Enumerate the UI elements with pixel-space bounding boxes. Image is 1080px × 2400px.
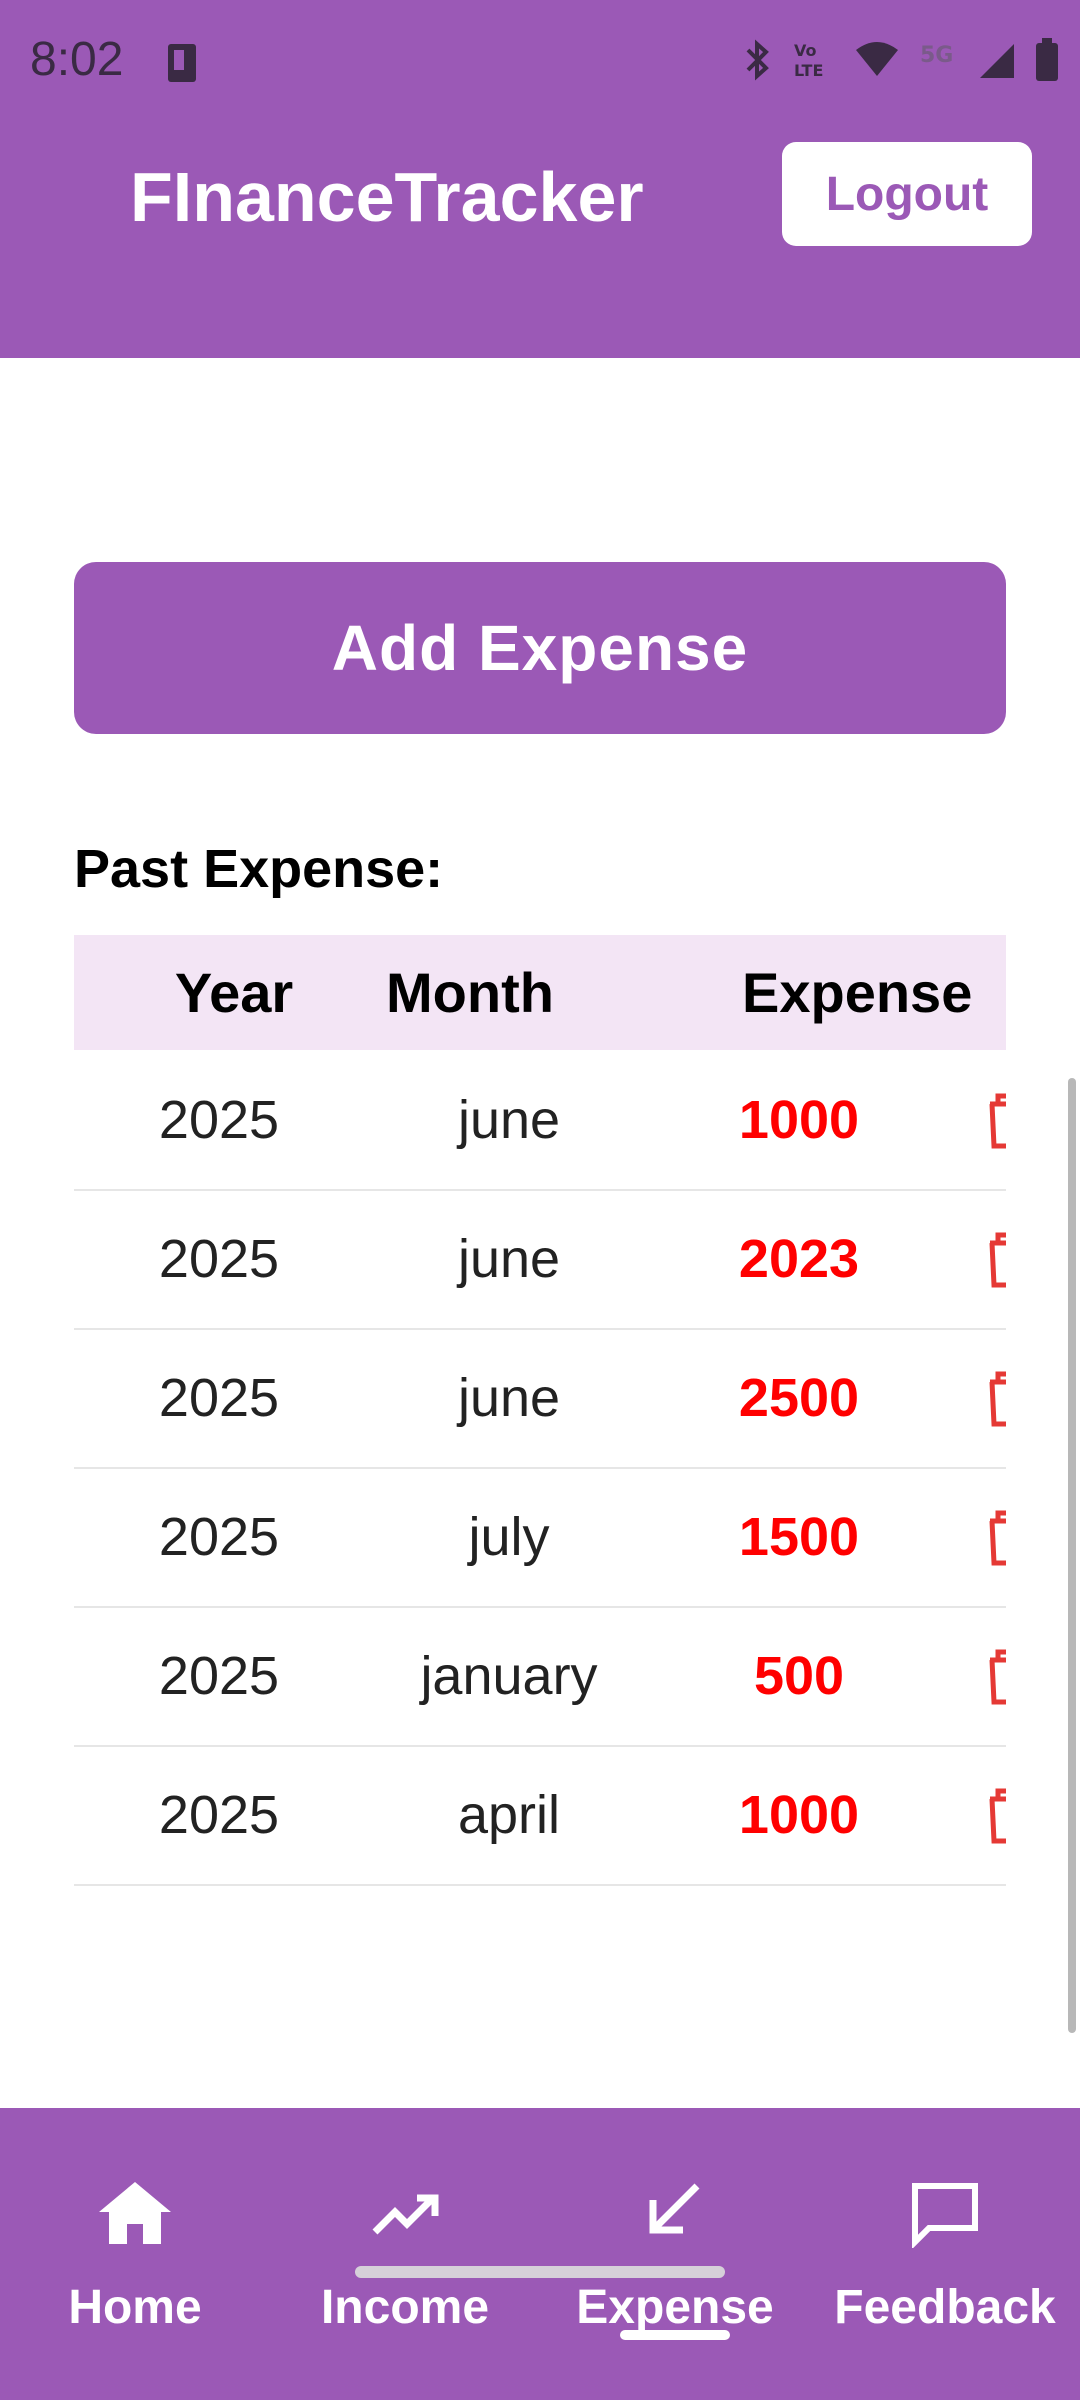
- nav-label-home: Home: [68, 2281, 202, 2334]
- bottom-navigation: Home Income Expense Feedback: [0, 2108, 1080, 2400]
- table-row: 2025 june 2023: [74, 1189, 1006, 1330]
- 5g-icon: 5G: [918, 40, 958, 85]
- delete-icon[interactable]: [984, 1646, 1006, 1711]
- month-cell: june: [457, 1367, 561, 1428]
- delete-icon[interactable]: [984, 1368, 1006, 1433]
- app-bar: FInanceTracker Logout: [0, 125, 1080, 358]
- nav-item-income[interactable]: Income: [280, 2178, 530, 2348]
- battery-icon: [1034, 38, 1060, 87]
- expense-amount-cell: 1000: [738, 1089, 860, 1150]
- volte-icon: Vo LTE: [792, 38, 836, 87]
- nav-label-feedback: Feedback: [834, 2281, 1056, 2334]
- nav-label-expense: Expense: [576, 2281, 774, 2334]
- table-header: Year Month Expense: [74, 935, 1006, 1050]
- gesture-bar[interactable]: [355, 2266, 725, 2278]
- nav-item-feedback[interactable]: Feedback: [820, 2178, 1070, 2348]
- table-row: 2025 june 2500: [74, 1328, 1006, 1469]
- year-cell: 2025: [158, 1645, 280, 1706]
- table-row: 2025 january 500: [74, 1606, 1006, 1747]
- year-cell: 2025: [158, 1089, 280, 1150]
- delete-icon[interactable]: [984, 1090, 1006, 1155]
- month-cell: january: [420, 1645, 598, 1706]
- svg-text:5G: 5G: [920, 43, 953, 68]
- signal-icon: [976, 40, 1016, 85]
- nav-item-home[interactable]: Home: [10, 2178, 260, 2348]
- sim-card-icon: [160, 40, 206, 91]
- logout-button[interactable]: Logout: [782, 142, 1032, 246]
- year-cell: 2025: [158, 1784, 280, 1845]
- delete-icon[interactable]: [984, 1229, 1006, 1294]
- expense-amount-cell: 2500: [738, 1367, 860, 1428]
- expense-table: Year Month Expense 2025 june 1000 2025 j…: [74, 935, 1006, 1891]
- vertical-scrollbar[interactable]: [1068, 1078, 1076, 2033]
- nav-item-expense[interactable]: Expense: [550, 2178, 800, 2348]
- expense-amount-cell: 1500: [738, 1506, 860, 1567]
- bluetooth-icon: [740, 38, 774, 87]
- column-header-expense: Expense: [742, 961, 973, 1024]
- delete-icon[interactable]: [984, 1785, 1006, 1850]
- status-bar: 8:02 Vo LTE 5G: [0, 0, 1080, 125]
- home-icon: [10, 2178, 260, 2268]
- svg-text:LTE: LTE: [794, 61, 823, 80]
- nav-label-income: Income: [320, 2281, 490, 2334]
- svg-text:Vo: Vo: [794, 41, 817, 60]
- month-cell: june: [457, 1228, 561, 1289]
- column-header-month: Month: [386, 961, 554, 1024]
- delete-icon[interactable]: [984, 1507, 1006, 1572]
- month-cell: april: [457, 1784, 561, 1845]
- past-expense-title: Past Expense:: [74, 839, 444, 899]
- add-expense-button[interactable]: Add Expense: [74, 562, 1006, 734]
- year-cell: 2025: [158, 1228, 280, 1289]
- trending-up-icon: [280, 2178, 530, 2268]
- expense-amount-cell: 500: [753, 1645, 845, 1706]
- wifi-icon: [854, 40, 900, 85]
- month-cell: june: [457, 1089, 561, 1150]
- active-tab-indicator: [620, 2330, 730, 2340]
- table-row: 2025 june 1000: [74, 1050, 1006, 1191]
- chat-bubble-icon: [820, 2178, 1070, 2268]
- year-cell: 2025: [158, 1367, 280, 1428]
- arrow-down-left-icon: [550, 2178, 800, 2268]
- expense-amount-cell: 1000: [738, 1784, 860, 1845]
- status-time: 8:02: [30, 33, 124, 86]
- year-cell: 2025: [158, 1506, 280, 1567]
- expense-amount-cell: 2023: [738, 1228, 860, 1289]
- table-row: 2025 july 1500: [74, 1467, 1006, 1608]
- app-title: FInanceTracker: [130, 158, 644, 236]
- table-row: 2025 april 1000: [74, 1745, 1006, 1886]
- month-cell: july: [468, 1506, 550, 1567]
